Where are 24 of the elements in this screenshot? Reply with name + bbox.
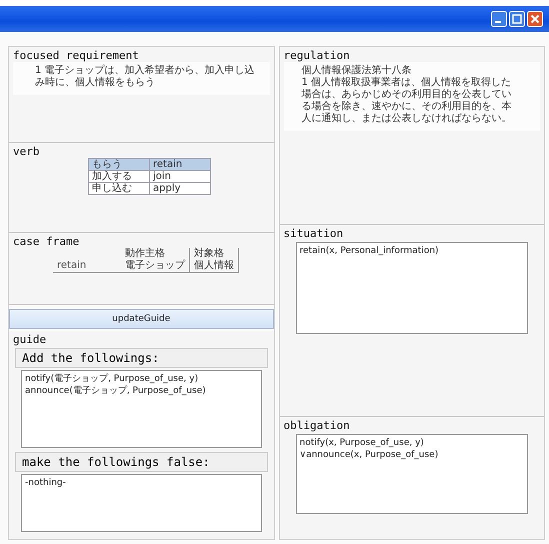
panel-title: obligation xyxy=(284,419,351,432)
update-guide-button[interactable]: updateGuide xyxy=(9,309,274,329)
table-cell: 個人情報 xyxy=(190,260,238,272)
table-cell: retain xyxy=(53,260,121,272)
column-header: 動作主格 xyxy=(121,248,190,260)
panel-title: guide xyxy=(13,333,48,346)
section-title: make the followings false: xyxy=(15,452,268,472)
panel-title: regulation xyxy=(284,49,351,62)
section-title: Add the followings: xyxy=(15,348,268,368)
column-header: 対象格 xyxy=(190,248,238,260)
regulation-text: 個人情報保護法第十八条 1 個人情報取扱事業者は、個人情報を取得した場合は、あらかじめその利用目的を公表している場合を除き、速やかに、その利用目的を、本人に通知し、または公表しなければならない。 xyxy=(284,62,540,131)
panel-title: verb xyxy=(13,145,40,158)
panel-title: case frame xyxy=(13,235,80,248)
requirement-text: 1 電子ショップは、加入希望者から、加入申し込み時に、個人情報をもらう xyxy=(13,62,270,95)
panel-title: focused requirement xyxy=(13,49,140,62)
maximize-icon[interactable] xyxy=(509,11,525,27)
minimize-icon[interactable] xyxy=(491,11,507,27)
text-area[interactable]: retain(x, Personal_information) xyxy=(296,242,528,334)
close-icon[interactable] xyxy=(527,11,543,27)
table-cell: 電子ショップ xyxy=(121,260,190,272)
text-area[interactable]: notify(x, Purpose_of_use, y) ∨announce(x, Purpose_of_use) xyxy=(296,434,528,514)
text-area[interactable]: -nothing- xyxy=(21,474,262,532)
text-area[interactable]: notify(電子ショップ, Purpose_of_use, y) announce(電子ショップ, Purpose_of_use) xyxy=(21,370,262,448)
panel-title: situation xyxy=(284,227,344,240)
